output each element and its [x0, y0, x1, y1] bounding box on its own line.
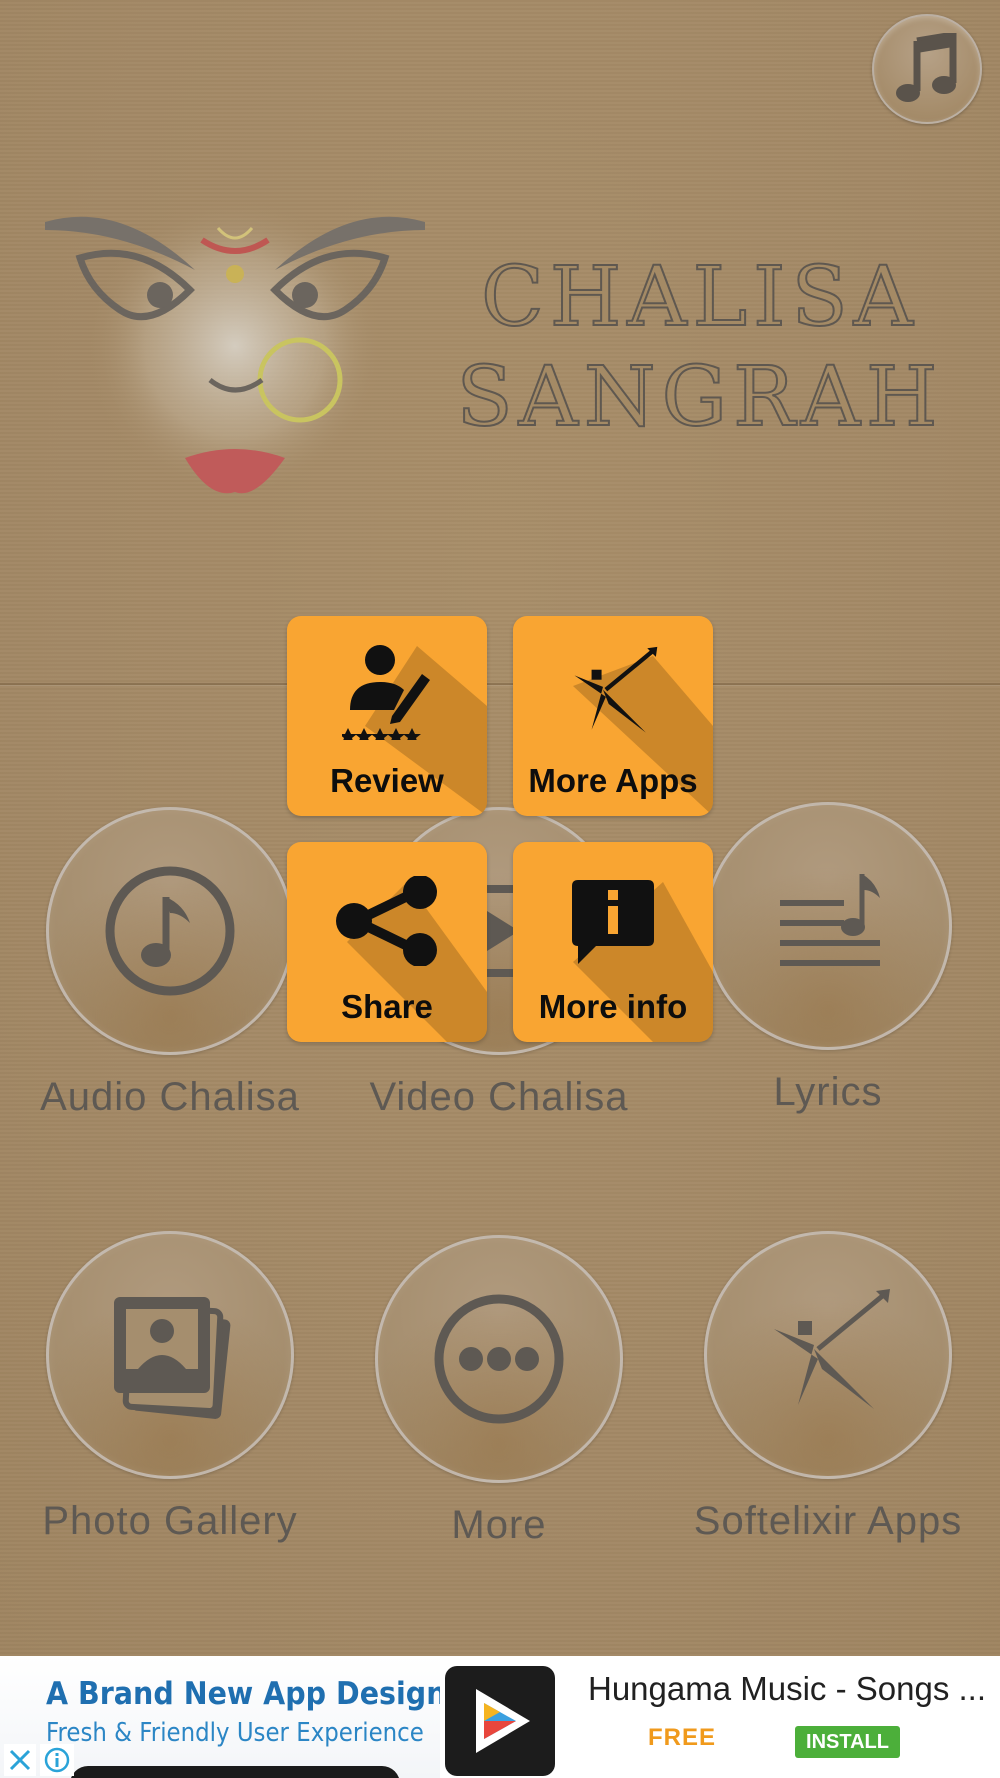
music-note-icon — [896, 33, 957, 102]
menu-item-lyrics[interactable]: Lyrics — [678, 802, 978, 1115]
more-button[interactable] — [375, 1235, 623, 1483]
share-tile[interactable]: Share — [287, 842, 487, 1042]
review-label: Review — [330, 762, 444, 799]
ad-app-title[interactable]: Hungama Music - Songs ... — [588, 1670, 988, 1708]
more-apps-tile[interactable]: More Apps — [513, 616, 713, 816]
divider-line — [0, 683, 1000, 685]
ad-info-button[interactable] — [40, 1744, 74, 1776]
softelixir-logo-icon — [774, 1289, 890, 1409]
ad-install-button[interactable]: INSTALL — [795, 1726, 900, 1758]
video-chalisa-label: Video Chalisa — [369, 1075, 629, 1119]
more-info-label: More info — [538, 988, 688, 1025]
ad-close-button[interactable] — [4, 1744, 36, 1776]
menu-item-audio-chalisa[interactable]: Audio Chalisa — [20, 807, 320, 1120]
menu-item-softelixir-apps[interactable]: Softelixir Apps — [678, 1231, 978, 1544]
lyrics-label: Lyrics — [773, 1070, 883, 1114]
play-logo-icon — [476, 1689, 530, 1753]
more-label: More — [451, 1503, 547, 1547]
review-icon — [342, 645, 430, 740]
photo-gallery-button[interactable] — [46, 1231, 294, 1479]
audio-chalisa-button[interactable] — [46, 807, 294, 1055]
ad-headline: A Brand New App Design — [46, 1676, 440, 1712]
share-label: Share — [341, 988, 433, 1025]
photo-gallery-icon — [114, 1297, 231, 1419]
music-toggle-button[interactable] — [872, 14, 982, 124]
audio-chalisa-label: Audio Chalisa — [40, 1075, 300, 1119]
music-note-circle-icon — [105, 866, 235, 996]
title-line-1: CHALISA — [480, 249, 919, 346]
ad-price: FREE — [648, 1724, 717, 1751]
more-info-tile[interactable]: More info — [513, 842, 713, 1042]
softelixir-apps-button[interactable] — [704, 1231, 952, 1479]
goddess-face-image — [30, 190, 430, 520]
lyrics-button[interactable] — [704, 802, 952, 1050]
info-icon — [44, 1747, 70, 1773]
review-tile[interactable]: Review — [287, 616, 487, 816]
close-icon — [9, 1749, 31, 1771]
more-dots-icon — [434, 1294, 564, 1424]
share-icon — [336, 876, 437, 966]
photo-gallery-label: Photo Gallery — [42, 1499, 298, 1543]
lyrics-icon — [780, 874, 880, 966]
title-line-2: SANGRAH — [455, 349, 944, 446]
ad-app-icon[interactable] — [445, 1666, 555, 1776]
info-bubble-icon — [572, 880, 654, 964]
menu-item-more[interactable]: More — [349, 1235, 649, 1548]
more-apps-label: More Apps — [528, 762, 698, 799]
softelixir-logo-icon — [574, 646, 658, 733]
menu-item-photo-gallery[interactable]: Photo Gallery — [20, 1231, 320, 1544]
softelixir-apps-label: Softelixir Apps — [693, 1499, 963, 1543]
ad-subline: Fresh & Friendly User Experience — [46, 1718, 424, 1748]
app-title: CHALISA SANGRAH — [440, 248, 960, 448]
ad-phone-graphic — [70, 1766, 400, 1778]
